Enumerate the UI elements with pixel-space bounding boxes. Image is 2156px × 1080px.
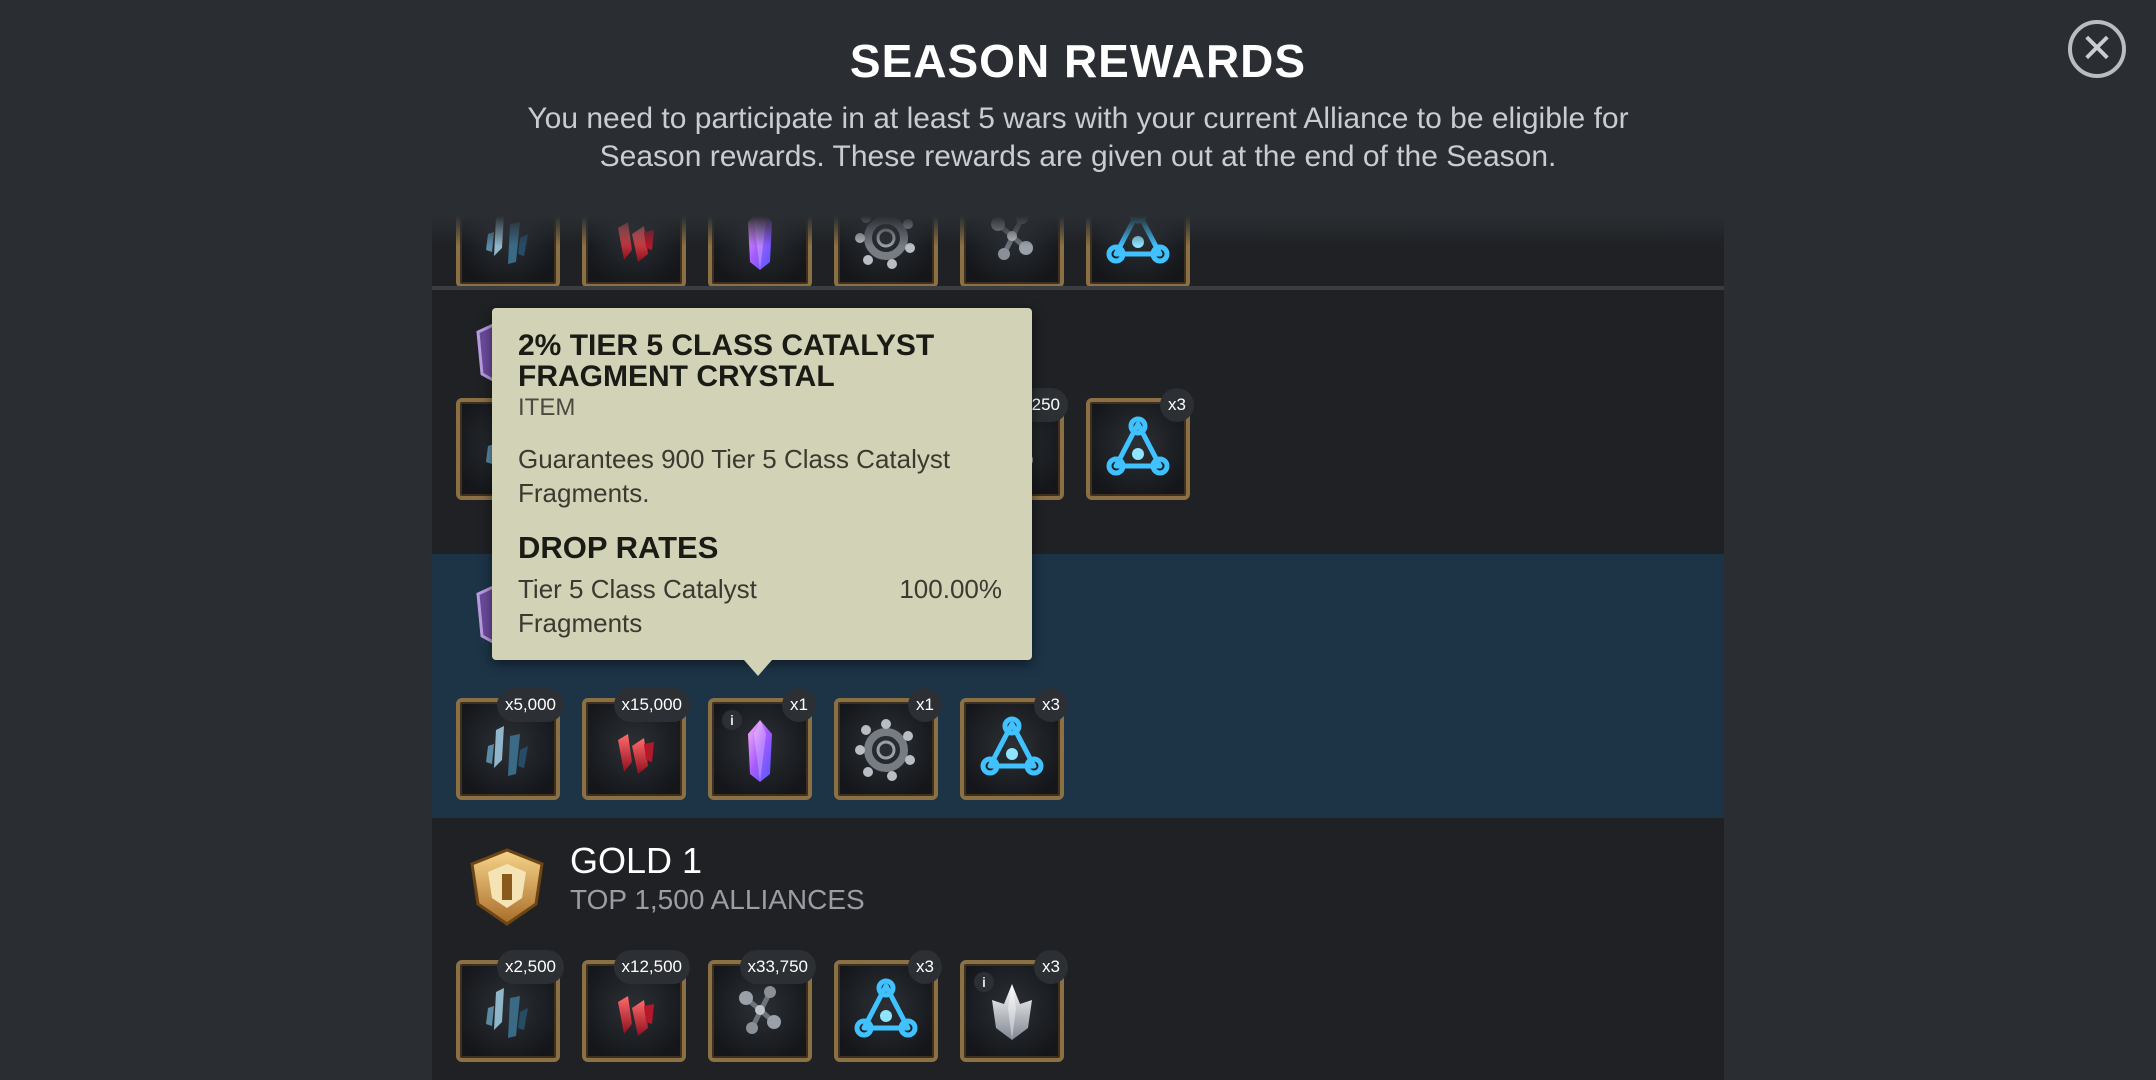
tooltip-description: Guarantees 900 Tier 5 Class Catalyst Fra…	[518, 444, 951, 508]
red-crystal-icon	[600, 716, 668, 784]
quantity-badge: x33,750	[739, 950, 816, 984]
reward-item[interactable]: x33,750	[708, 950, 816, 1062]
blue-node-icon	[978, 716, 1046, 784]
reward-item[interactable]: x12,500	[582, 950, 690, 1062]
reward-item[interactable]: x3	[834, 950, 942, 1062]
reward-item[interactable]: x3	[960, 688, 1068, 800]
reward-item[interactable]: x3	[1086, 388, 1194, 500]
gold-badge-icon	[470, 848, 544, 926]
quantity-badge: x3	[908, 950, 942, 984]
shards-icon	[474, 716, 542, 784]
reward-item[interactable]: x1	[834, 688, 942, 800]
quantity-badge: x15,000	[613, 688, 690, 722]
drop-rate-name: Tier 5 Class Catalyst Fragments	[518, 574, 757, 638]
blue-node-icon	[852, 978, 920, 1046]
quantity-badge: x5,000	[496, 688, 564, 722]
blue-node-icon	[1104, 416, 1172, 484]
quantity-badge: x3	[1034, 688, 1068, 722]
drop-rates-heading: DROP RATES	[518, 530, 719, 565]
quantity-badge: x12,500	[613, 950, 690, 984]
tier-name: GOLD 1	[570, 840, 703, 881]
tier-subtitle: TOP 1,500 ALLIANCES	[570, 884, 865, 915]
reward-item[interactable]: i x3	[960, 950, 1068, 1062]
drop-rate-row: Tier 5 Class Catalyst Fragments 100.00%	[518, 572, 1002, 640]
quantity-badge: x1	[908, 688, 942, 722]
tier-row-gold-1: GOLD 1 TOP 1,500 ALLIANCES x2,500 x12,50…	[432, 822, 1724, 1080]
close-button[interactable]: ✕	[2068, 20, 2126, 78]
item-tooltip: 2% TIER 5 CLASS CATALYST FRAGMENT CRYSTA…	[492, 308, 1032, 676]
red-crystal-icon	[600, 978, 668, 1046]
shards-icon	[474, 978, 542, 1046]
drop-rate-value: 100.00%	[899, 574, 1002, 604]
scroll-fade	[432, 216, 1724, 246]
purple-crystal-icon	[726, 716, 794, 784]
quantity-badge: x2,500	[496, 950, 564, 984]
catalyst-wheel-icon	[852, 716, 920, 784]
close-icon: ✕	[2080, 27, 2114, 71]
reward-item[interactable]: x2,500	[456, 950, 564, 1062]
row-divider	[432, 286, 1724, 290]
tooltip-type: ITEM	[518, 394, 576, 421]
silver-crystal-icon	[978, 978, 1046, 1046]
reward-item[interactable]: x5,000	[456, 688, 564, 800]
page-title: SEASON REWARDS	[849, 35, 1307, 87]
gear-fragments-icon	[726, 978, 794, 1046]
page-subtitle: You need to participate in at least 5 wa…	[527, 102, 1629, 173]
quantity-badge: x3	[1034, 950, 1068, 984]
quantity-badge: x1	[782, 688, 816, 722]
reward-item[interactable]: x15,000	[582, 688, 690, 800]
reward-item-selected[interactable]: i x1	[708, 688, 816, 800]
tooltip-title: 2% TIER 5 CLASS CATALYST FRAGMENT CRYSTA…	[518, 329, 935, 393]
quantity-badge: x3	[1160, 388, 1194, 422]
